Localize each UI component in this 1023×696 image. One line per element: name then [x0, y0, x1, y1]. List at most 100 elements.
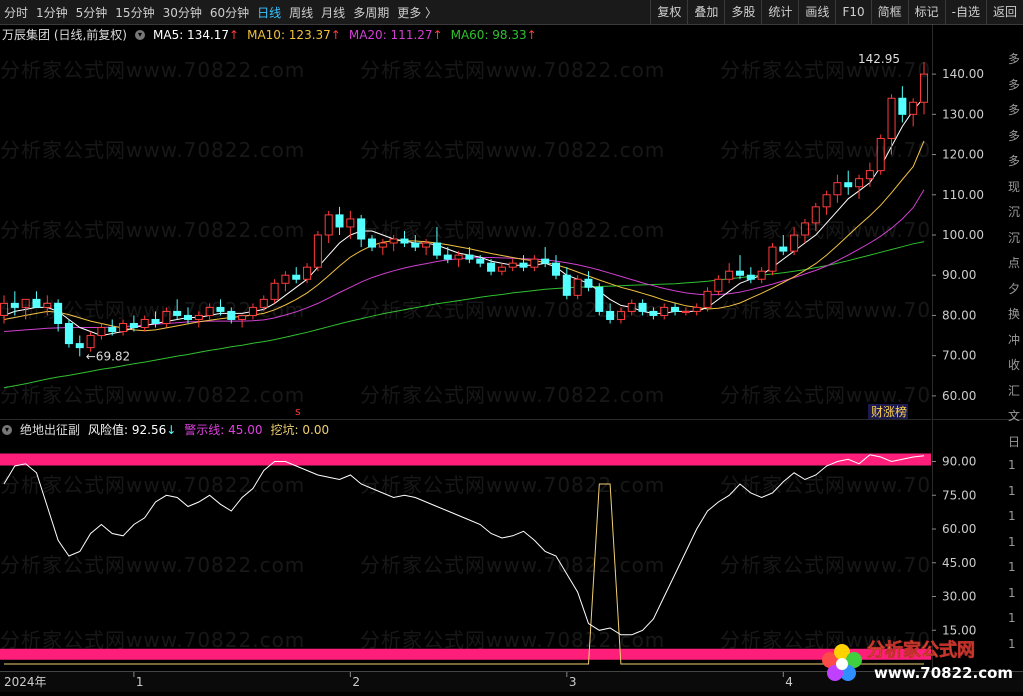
indicator-chart[interactable]: [0, 418, 931, 671]
pit-line: [4, 483, 924, 665]
toolbar-button-7[interactable]: 标记: [907, 0, 945, 24]
price-tick-label: 60.00: [942, 389, 976, 403]
sidebar-char[interactable]: 1: [1008, 484, 1016, 498]
candle-body: [844, 182, 853, 188]
logo-title: 分析家公式网: [867, 639, 975, 661]
sidebar-char[interactable]: 沉: [1008, 229, 1020, 246]
period-tabs: 分时 1分钟 5分钟 15分钟 30分钟 60分钟 日线 周线 月线 多周期 更多 〉: [4, 0, 437, 24]
sidebar-char[interactable]: 收: [1008, 356, 1020, 373]
candle-body: [757, 270, 766, 280]
stock-title[interactable]: 万辰集团 (日线,前复权): [2, 26, 127, 43]
date-tick-label: 4: [785, 675, 793, 689]
toolbar-button-9[interactable]: 返回: [985, 0, 1023, 24]
price-tick-label: 140.00: [942, 67, 984, 81]
candle-body: [151, 318, 160, 324]
sidebar-char[interactable]: 多: [1008, 127, 1020, 144]
candle-body: [714, 278, 723, 292]
candle-body: [855, 178, 864, 188]
candle-body: [119, 322, 128, 333]
indicator-name[interactable]: 绝地出征副: [20, 421, 80, 438]
period-tab-0[interactable]: 分时: [4, 4, 28, 21]
risk-value-label: 风险值: 92.56↓: [88, 423, 177, 437]
period-tab-8[interactable]: 月线: [321, 4, 345, 21]
candle-body: [303, 266, 312, 280]
signal-marker: s: [295, 405, 301, 418]
candle-body: [898, 97, 907, 115]
period-tab-2[interactable]: 5分钟: [76, 4, 108, 21]
candle-body: [205, 306, 214, 316]
top-toolbar: 分时 1分钟 5分钟 15分钟 30分钟 60分钟 日线 周线 月线 多周期 更多 〉 复权 叠加 多股…: [0, 0, 1023, 25]
sidebar-char[interactable]: 多: [1008, 152, 1020, 169]
period-tab-4[interactable]: 30分钟: [163, 4, 202, 21]
candle-body: [64, 322, 73, 345]
candle-body: [551, 262, 561, 276]
period-tab-9[interactable]: 多周期: [353, 4, 389, 21]
candle-body: [573, 278, 582, 296]
indicator-tick-label: 75.00: [942, 488, 976, 502]
sidebar-char[interactable]: 1: [1008, 637, 1016, 651]
toolbar-button-2[interactable]: 多股: [724, 0, 761, 24]
sidebar-char[interactable]: 1: [1008, 611, 1016, 625]
candle-body: [541, 258, 550, 264]
candle-body: [346, 218, 355, 228]
candle-body: [270, 282, 279, 300]
sidebar-char[interactable]: 1: [1008, 458, 1016, 472]
period-tab-10[interactable]: 更多 〉: [397, 4, 437, 21]
sidebar-char[interactable]: 点: [1008, 254, 1020, 271]
candle-body: [671, 306, 680, 312]
candle-body: [10, 302, 19, 308]
candle-body: [627, 302, 636, 312]
toolbar-button-5[interactable]: F10: [835, 0, 870, 24]
sidebar-char[interactable]: 文: [1008, 407, 1020, 424]
candle-body: [606, 310, 615, 320]
indicator-menu-icon[interactable]: ▾: [135, 29, 145, 40]
flower-icon: [822, 644, 862, 681]
period-tab-1[interactable]: 1分钟: [36, 4, 68, 21]
toolbar-button-1[interactable]: 叠加: [687, 0, 724, 24]
toolbar-button-6[interactable]: 简框: [870, 0, 908, 24]
price-tick-label: 110.00: [942, 188, 984, 202]
candle-body: [887, 97, 896, 139]
period-tab-3[interactable]: 15分钟: [115, 4, 154, 21]
candle-body: [660, 306, 669, 316]
candlestick-chart[interactable]: ←69.82 142.95 s 财涨榜: [0, 24, 931, 419]
sidebar-char[interactable]: 1: [1008, 535, 1016, 549]
sidebar-char[interactable]: 夕: [1008, 280, 1020, 297]
sidebar-char[interactable]: 日: [1008, 433, 1020, 450]
sidebar-char[interactable]: 多: [1008, 101, 1020, 118]
toolbar-button-4[interactable]: 画线: [798, 0, 835, 24]
main-chart-panel[interactable]: ←69.82 142.95 s 财涨榜 万辰集团 (日线,前复权) ▾ MA5: 13…: [0, 24, 931, 419]
sidebar-char[interactable]: 1: [1008, 586, 1016, 600]
candle-body: [389, 238, 398, 244]
candle-body: [919, 73, 929, 103]
sidebar-char[interactable]: 1: [1008, 560, 1016, 574]
toolbar-button-8[interactable]: -自选: [944, 0, 986, 24]
period-tab-5[interactable]: 60分钟: [210, 4, 249, 21]
sidebar-char[interactable]: 冲: [1008, 331, 1020, 348]
sidebar-char[interactable]: 多: [1008, 76, 1020, 93]
indicator-menu-icon[interactable]: ▾: [2, 424, 12, 435]
candle-body: [216, 306, 225, 312]
pit-label: 挖坑: 0.00: [270, 423, 330, 437]
indicator-tick-label: 45.00: [942, 556, 976, 570]
lower-band: [0, 648, 931, 660]
sidebar-char[interactable]: 多: [1008, 50, 1020, 67]
sidebar-char[interactable]: 汇: [1008, 382, 1020, 399]
period-tab-6[interactable]: 日线: [257, 4, 281, 21]
candle-body: [238, 314, 247, 320]
candle-body: [248, 306, 257, 316]
sidebar-char[interactable]: 换: [1008, 305, 1020, 322]
sub-indicator-panel[interactable]: ▾ 绝地出征副 风险值: 92.56↓ 警示线: 45.00 挖坑: 0.00: [0, 418, 931, 671]
upper-band: [0, 453, 931, 466]
sidebar-char[interactable]: 沉: [1008, 203, 1020, 220]
candle-body: [822, 194, 831, 208]
candle-body: [108, 327, 117, 333]
candle-body: [768, 246, 777, 272]
ma-legend-item: MA10: 123.37↑: [247, 27, 341, 42]
sidebar-char[interactable]: 现: [1008, 178, 1020, 195]
toolbar-button-3[interactable]: 统计: [761, 0, 798, 24]
toolbar-actions: 复权 叠加 多股 统计 画线 F10 简框 标记 -自选 返回: [650, 0, 1023, 24]
sidebar-char[interactable]: 1: [1008, 509, 1016, 523]
period-tab-7[interactable]: 周线: [289, 4, 313, 21]
toolbar-button-0[interactable]: 复权: [650, 0, 687, 24]
